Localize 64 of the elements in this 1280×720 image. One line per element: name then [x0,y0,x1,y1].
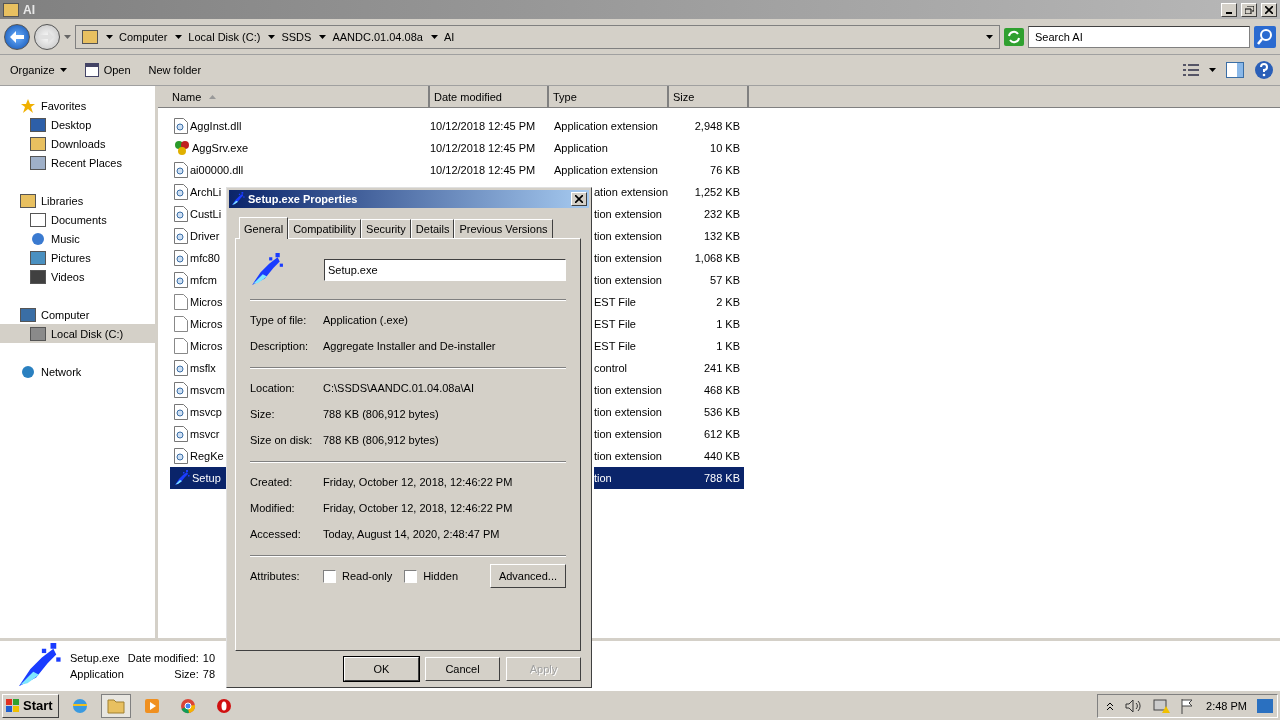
size-cell-text: 2 KB [715,295,741,310]
property-label: Location: [250,382,296,394]
size-cell-text: 57 KB [709,273,741,288]
property-value: Friday, October 12, 2018, 12:46:22 PM [323,476,513,488]
type-cell-text: tion extension [594,251,663,266]
type-cell-text: EST File [594,295,637,310]
date-cell-text: 10/12/2018 12:45 PM [430,119,537,134]
size-cell-text: 232 KB [702,207,741,222]
size-cell-text: 132 KB [702,229,741,244]
type-cell-text: ation extension [594,185,669,200]
size-cell-text: 440 KB [702,449,741,464]
type-cell-text: EST File [594,339,637,354]
checkbox-label: Hidden [423,570,458,582]
type-cell-text: Application extension [553,119,659,134]
property-value: Aggregate Installer and De-installer [323,340,496,352]
window-title: AI [23,2,36,17]
type-cell-text: tion extension [594,405,663,420]
detail-label: Size: [173,667,199,680]
file-type: Application [70,667,124,680]
size-cell-text: 1 KB [715,317,741,332]
property-label: Type of file: [250,314,308,326]
size-cell-text: 468 KB [702,383,741,398]
size-cell-text: 612 KB [702,427,741,442]
detail-value: 10 [202,651,215,664]
detail-value: 78 [202,667,215,680]
type-cell-text: tion extension [594,207,663,222]
type-cell-text: tion extension [594,449,663,464]
size-cell: 788 KB [670,467,744,489]
date-cell-text: 10/12/2018 12:45 PM [430,163,537,178]
type-cell: tion [594,467,670,489]
type-cell-text: Application [553,141,609,156]
date-cell-text: 10/12/2018 12:45 PM [430,141,537,156]
property-label: Created: [250,476,294,488]
type-cell-text: tion extension [594,383,663,398]
file-name: Setup.exe [70,651,121,664]
property-value: Friday, October 12, 2018, 12:46:22 PM [323,502,513,514]
property-label: Size: [250,408,276,420]
property-value: Today, August 14, 2020, 2:48:47 PM [323,528,500,540]
size-cell-text: 1,252 KB [693,185,741,200]
size-cell-text: 76 KB [709,163,741,178]
property-label: Accessed: [250,528,302,540]
property-label: Attributes: [250,570,301,582]
size-cell-text: 1 KB [715,339,741,354]
type-cell-text: tion extension [594,273,663,288]
property-value: C:\SSDS\AANDC.01.04.08a\AI [323,382,474,394]
type-cell-text: tion extension [594,427,663,442]
type-cell-text: tion extension [594,229,663,244]
property-label: Modified: [250,502,296,514]
type-cell-text: control [594,361,629,376]
size-cell-text: 1,068 KB [693,251,741,266]
property-label: Size on disk: [250,434,314,446]
size-cell-text: 241 KB [702,361,741,376]
size-cell-text: 10 KB [709,141,741,156]
type-cell-text: Application extension [553,163,659,178]
dialog-title: Setup.exe Properties [248,193,359,205]
property-value: Application (.exe) [323,314,408,326]
property-value: 788 KB (806,912 bytes) [323,434,439,446]
size-cell-text: 2,948 KB [693,119,741,134]
type-cell-text: EST File [594,317,637,332]
property-label: Description: [250,340,310,352]
size-cell-text: 536 KB [702,405,741,420]
detail-label: Date modified: [127,651,199,664]
checkbox-label: Read-only [342,570,393,582]
property-value: 788 KB (806,912 bytes) [323,408,439,420]
